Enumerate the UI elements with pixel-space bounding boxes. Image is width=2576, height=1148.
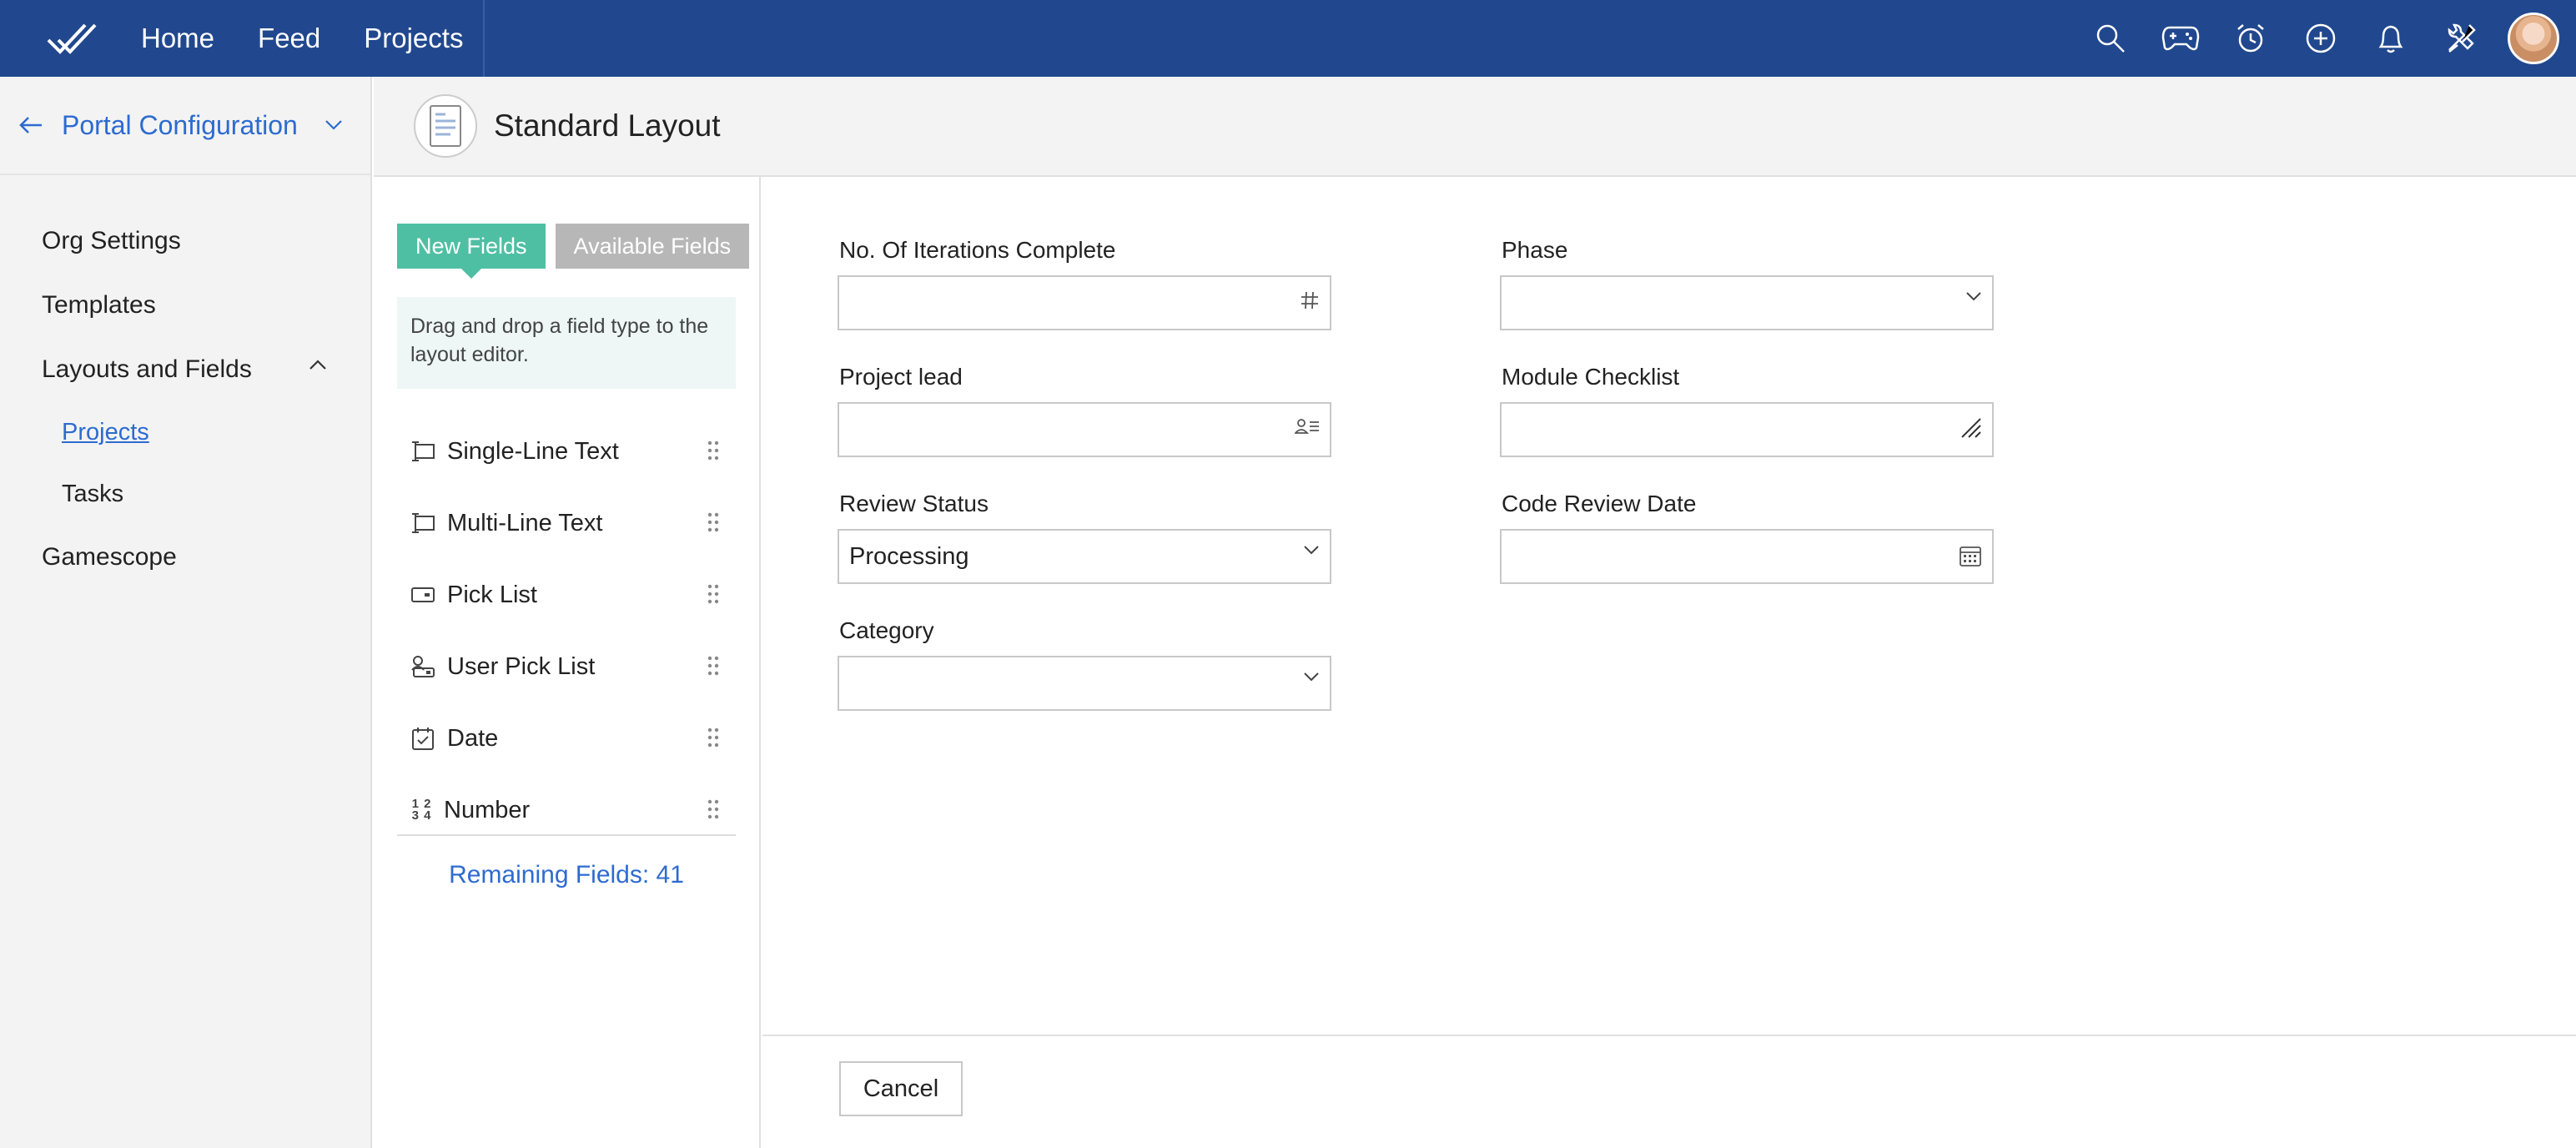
layout-header: Standard Layout <box>374 77 2576 177</box>
sidebar-item-gamescope[interactable]: Gamescope <box>0 525 370 589</box>
chevron-down-icon[interactable] <box>1303 671 1320 687</box>
chevron-down-icon[interactable] <box>1965 290 1982 306</box>
sidebar-header: Portal Configuration <box>0 77 370 175</box>
main-nav: Home Feed Projects <box>121 0 486 77</box>
search-icon[interactable] <box>2075 0 2146 77</box>
field-code-review-date: Code Review Date <box>1500 491 1994 584</box>
hash-icon <box>1300 290 1320 315</box>
gamepad-icon[interactable] <box>2146 0 2216 77</box>
drag-hint: Drag and drop a field type to the layout… <box>397 297 736 389</box>
drag-handle-icon[interactable] <box>707 441 719 461</box>
app-logo-icon[interactable] <box>21 0 121 77</box>
field-type-multi-line-text[interactable]: Multi-Line Text <box>397 487 736 559</box>
nav-home[interactable]: Home <box>141 23 214 54</box>
sidebar-menu: Org Settings Templates Layouts and Field… <box>0 175 370 589</box>
timer-icon[interactable] <box>2216 0 2286 77</box>
field-label: Phase <box>1502 237 1568 263</box>
back-arrow-icon[interactable] <box>17 111 45 139</box>
category-select[interactable] <box>838 656 1331 711</box>
phase-select[interactable] <box>1500 275 1994 330</box>
nav-feed[interactable]: Feed <box>258 23 320 54</box>
field-type-label: Number <box>444 796 531 823</box>
field-tabs: New Fields Available Fields <box>397 224 750 279</box>
drag-handle-icon[interactable] <box>707 584 719 604</box>
field-category: Category <box>838 617 1331 711</box>
top-icons <box>2075 0 2576 77</box>
field-type-label: Date <box>447 724 499 752</box>
field-project-lead: Project lead <box>838 364 1331 457</box>
add-icon[interactable] <box>2286 0 2356 77</box>
field-phase: Phase <box>1500 237 1994 330</box>
nav-projects[interactable]: Projects <box>364 23 463 54</box>
field-label: Code Review Date <box>1502 491 1697 516</box>
layout-icon <box>414 94 477 158</box>
bell-icon[interactable] <box>2356 0 2426 77</box>
divider <box>397 834 736 836</box>
tab-available-fields[interactable]: Available Fields <box>555 224 750 269</box>
field-label: Project lead <box>839 364 963 390</box>
field-review-status: Review Status Processing <box>838 491 1331 584</box>
project-lead-input[interactable] <box>838 402 1331 457</box>
pick-list-icon <box>409 581 437 609</box>
sidebar-item-layouts-and-fields[interactable]: Layouts and Fields <box>0 337 370 401</box>
page-title: Standard Layout <box>494 108 721 143</box>
cancel-button[interactable]: Cancel <box>839 1061 963 1116</box>
drag-handle-icon[interactable] <box>707 799 719 819</box>
review-status-select[interactable]: Processing <box>838 529 1331 584</box>
field-label: No. Of Iterations Complete <box>839 237 1116 263</box>
field-type-label: Pick List <box>447 581 537 608</box>
sidebar-item-tasks[interactable]: Tasks <box>0 463 370 525</box>
field-module-checklist: Module Checklist <box>1500 364 1994 457</box>
user-lookup-icon[interactable] <box>1294 417 1320 440</box>
field-label: Review Status <box>839 491 989 516</box>
user-pick-list-icon <box>409 652 437 681</box>
module-checklist-textarea[interactable] <box>1500 402 1994 457</box>
single-line-text-icon <box>409 437 437 466</box>
chevron-down-icon[interactable] <box>1303 544 1320 560</box>
calendar-icon[interactable] <box>1959 544 1982 571</box>
resize-icon[interactable] <box>1960 417 1982 443</box>
layout-editor: No. Of Iterations Complete Phase Project… <box>762 177 2576 1035</box>
portal-configuration-title[interactable]: Portal Configuration <box>62 110 298 141</box>
field-type-list: Single-Line Text Multi-Line Text Pick Li… <box>397 415 736 846</box>
field-type-user-pick-list[interactable]: User Pick List <box>397 631 736 702</box>
drag-handle-icon[interactable] <box>707 656 719 676</box>
number-icon: 1 2 3 4 <box>411 797 431 823</box>
tools-icon[interactable] <box>2426 0 2496 77</box>
chevron-up-icon[interactable] <box>309 359 327 370</box>
sidebar-item-org-settings[interactable]: Org Settings <box>0 209 370 273</box>
tab-new-fields[interactable]: New Fields <box>397 224 546 279</box>
iterations-complete-input[interactable] <box>838 275 1331 330</box>
field-types-panel: New Fields Available Fields Drag and dro… <box>374 177 761 1148</box>
sidebar-item-projects[interactable]: Projects <box>0 401 370 463</box>
field-type-label: Single-Line Text <box>447 437 619 465</box>
top-nav-bar: Home Feed Projects <box>0 0 2576 77</box>
field-label: Module Checklist <box>1502 364 1680 390</box>
sidebar-item-templates[interactable]: Templates <box>0 273 370 337</box>
drag-handle-icon[interactable] <box>707 512 719 532</box>
field-type-label: Multi-Line Text <box>447 509 603 536</box>
user-avatar[interactable] <box>2508 13 2559 64</box>
field-type-label: User Pick List <box>447 652 596 680</box>
field-type-pick-list[interactable]: Pick List <box>397 559 736 631</box>
multi-line-text-icon <box>409 509 437 537</box>
sidebar-item-label: Layouts and Fields <box>42 355 252 383</box>
field-type-date[interactable]: Date <box>397 702 736 774</box>
remaining-fields-count: Remaining Fields: 41 <box>449 861 684 889</box>
editor-footer: Cancel <box>762 1035 2576 1148</box>
chevron-down-icon[interactable] <box>325 119 343 131</box>
code-review-date-input[interactable] <box>1500 529 1994 584</box>
field-iterations-complete: No. Of Iterations Complete <box>838 237 1331 330</box>
field-label: Category <box>839 617 934 643</box>
settings-sidebar: Portal Configuration Org Settings Templa… <box>0 77 372 1148</box>
field-type-single-line-text[interactable]: Single-Line Text <box>397 415 736 487</box>
drag-handle-icon[interactable] <box>707 728 719 748</box>
date-icon <box>409 724 437 753</box>
